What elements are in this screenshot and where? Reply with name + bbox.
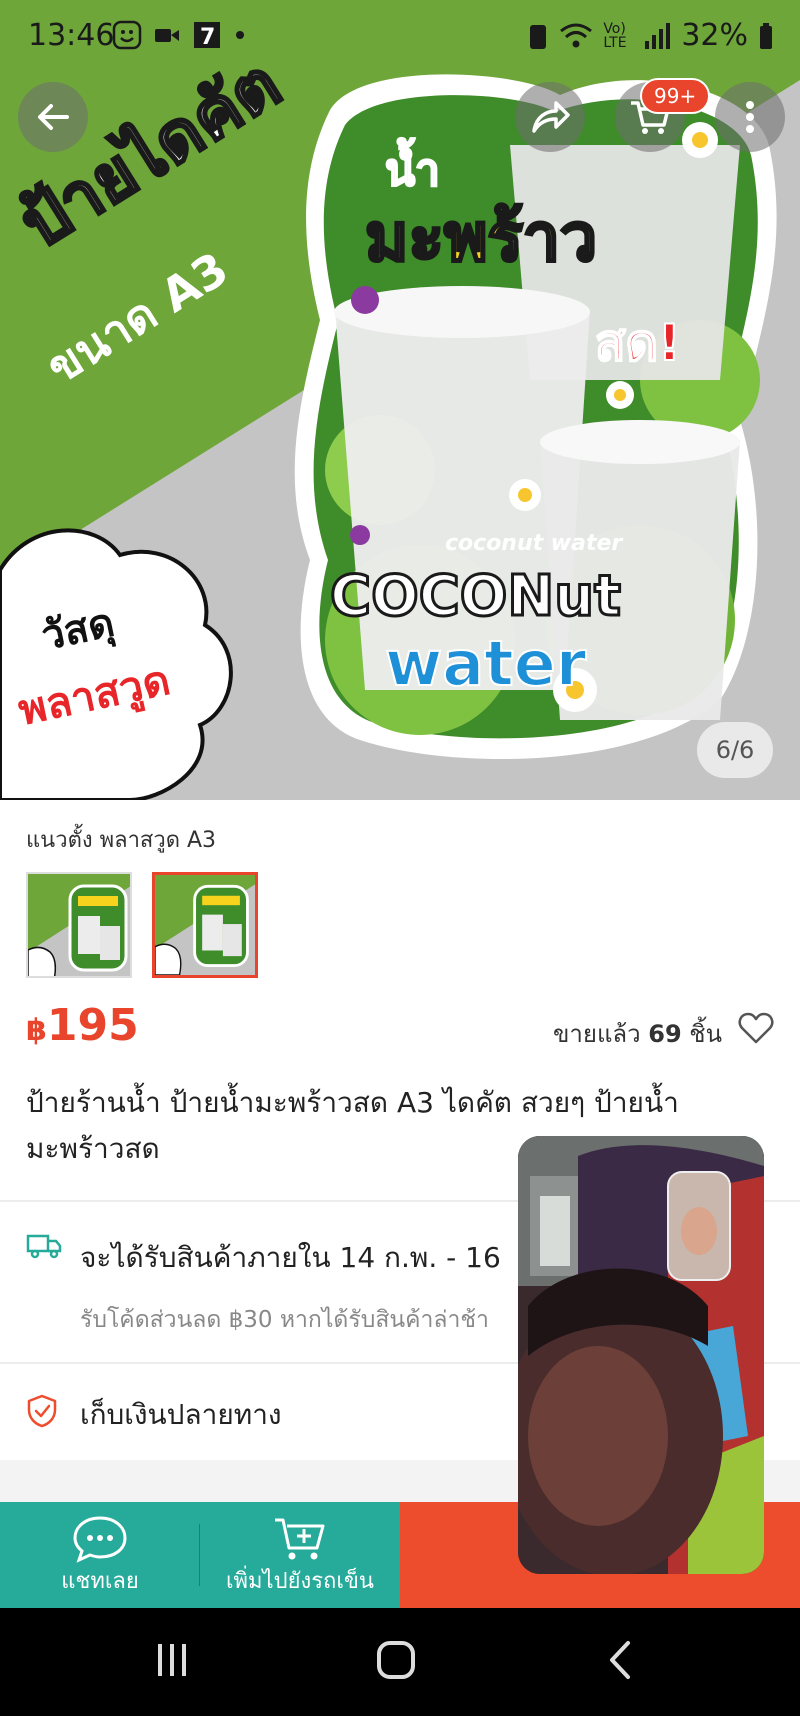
battery-icon xyxy=(760,22,772,49)
cod-label: เก็บเงินปลายทาง xyxy=(80,1398,282,1431)
cart-count-badge: 99+ xyxy=(640,78,711,114)
recent-apps-button[interactable] xyxy=(150,1638,194,1686)
price-value: 195 xyxy=(46,1000,139,1051)
more-options-button[interactable] xyxy=(715,82,785,152)
status-bar: 13:46 7 Vo) LTE 32% xyxy=(0,0,800,72)
poster-drink-3: สด! xyxy=(595,314,681,372)
video-call-feed xyxy=(518,1136,764,1574)
add-to-cart-label: เพิ่มไปยังรถเข็น xyxy=(226,1569,374,1594)
status-time: 13:46 xyxy=(28,18,115,53)
battery-saver-icon xyxy=(530,24,547,49)
shield-check-icon xyxy=(27,1394,57,1428)
recent-apps-icon xyxy=(158,1644,186,1676)
add-to-cart-button[interactable]: เพิ่มไปยังรถเข็น xyxy=(200,1502,400,1608)
signal-icon xyxy=(645,22,671,49)
variant-thumbnail-image xyxy=(28,874,130,976)
cod-row[interactable] xyxy=(26,1394,58,1432)
system-navigation-bar xyxy=(0,1608,800,1716)
sold-count: ขายแล้ว 69 ชิ้น xyxy=(553,1020,722,1048)
product-image-carousel[interactable]: ป้ายไดคัต ขนาด A3 น้ำ มะพร้าว สด! coconu… xyxy=(0,0,800,800)
heart-icon xyxy=(738,1012,774,1044)
svg-text:7: 7 xyxy=(200,25,215,50)
share-button[interactable] xyxy=(515,82,585,152)
variant-thumbnail-selected[interactable] xyxy=(152,872,258,978)
share-icon xyxy=(532,101,570,133)
seven-eleven-icon: 7 xyxy=(194,22,220,50)
shipping-estimate[interactable]: จะได้รับสินค้าภายใน 14 ก.พ. - 16 xyxy=(80,1236,501,1280)
chat-now-label: แชทเลย xyxy=(61,1569,139,1594)
more-vertical-icon xyxy=(746,101,754,133)
variant-label: แนวตั้ง พลาสวูด A3 xyxy=(26,828,217,853)
back-button[interactable] xyxy=(18,82,88,152)
shipping-voucher-note: รับโค้ดส่วนลด ฿30 หากได้รับสินค้าล่าช้า xyxy=(80,1307,489,1333)
image-counter: 6/6 xyxy=(697,722,773,778)
add-cart-icon xyxy=(275,1518,325,1560)
shipping-row[interactable] xyxy=(26,1232,62,1264)
video-call-overlay[interactable] xyxy=(518,1136,764,1574)
arrow-left-icon xyxy=(38,104,69,130)
poster-en-1: COCONut xyxy=(330,564,621,629)
chat-now-button[interactable]: แชทเลย xyxy=(0,1502,200,1608)
chat-bubble-icon xyxy=(73,1516,127,1563)
poster-drink-1: น้ำ xyxy=(385,137,440,196)
poster-drink-2: มะพร้าว xyxy=(365,199,597,276)
smiley-icon xyxy=(112,20,142,50)
back-nav-button[interactable] xyxy=(600,1638,644,1686)
dot-icon xyxy=(236,31,244,39)
favorite-button[interactable] xyxy=(738,1012,774,1048)
network-label: Vo) LTE xyxy=(603,20,627,51)
truck-icon xyxy=(26,1234,62,1259)
battery-percent: 32% xyxy=(681,18,748,53)
home-button[interactable] xyxy=(374,1638,418,1686)
chevron-left-icon xyxy=(610,1641,630,1679)
variant-thumbnail-image xyxy=(155,875,255,975)
video-icon xyxy=(155,29,179,42)
price-currency: ฿ xyxy=(26,1013,47,1048)
poster-en-small: coconut water xyxy=(445,531,623,556)
poster-en-2: water xyxy=(385,627,587,700)
product-price: ฿195 xyxy=(26,1000,139,1051)
variant-thumbnail[interactable] xyxy=(26,872,132,978)
wifi-icon xyxy=(560,23,593,47)
home-icon xyxy=(377,1641,415,1679)
